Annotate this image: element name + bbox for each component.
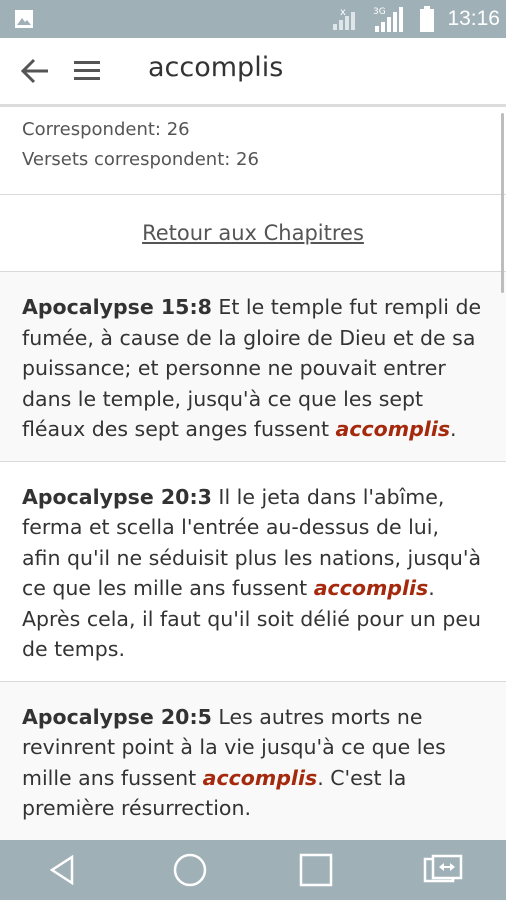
svg-text:x: x (340, 7, 346, 18)
matches-count: Correspondent: 26 (22, 119, 190, 140)
image-icon (15, 10, 33, 28)
highlighted-match: accomplis (335, 417, 451, 441)
signal-x-icon: x (333, 7, 356, 30)
signal-3g-icon: 3G (373, 7, 404, 32)
verse-result[interactable]: Apocalypse 15:8 Et le temple fut rempli … (0, 272, 506, 462)
status-bar: x 3G 13:16 (0, 0, 506, 38)
hamburger-menu-icon[interactable] (72, 58, 102, 84)
results-list: Apocalypse 15:8 Et le temple fut rempli … (0, 272, 506, 840)
verse-reference: Apocalypse 20:3 (22, 484, 212, 509)
verses-matches-count: Versets correspondent: 26 (22, 149, 259, 170)
battery-icon (420, 6, 435, 32)
home-circle-icon (173, 853, 206, 887)
search-results-pane[interactable]: Correspondent: 26 Versets correspondent:… (0, 107, 506, 840)
clock: 13:16 (447, 7, 500, 30)
match-stats: Correspondent: 26 Versets correspondent:… (0, 107, 506, 195)
highlighted-match: accomplis (313, 576, 429, 600)
back-triangle-icon (49, 854, 74, 886)
svg-text:3G: 3G (373, 7, 386, 17)
nav-back-button[interactable] (33, 840, 93, 900)
verse-result[interactable]: Apocalypse 20:5 Les autres morts ne revi… (0, 681, 506, 840)
verse-text-tail: . (450, 417, 457, 441)
retour-chapitres-link[interactable]: Retour aux Chapitres (142, 221, 364, 245)
nav-recents-button[interactable] (286, 840, 346, 900)
page-title: accomplis (148, 52, 284, 83)
highlighted-match: accomplis (202, 765, 318, 790)
nav-home-button[interactable] (160, 840, 220, 900)
recents-square-icon (300, 853, 333, 887)
verse-reference: Apocalypse 15:8 (22, 295, 212, 319)
scrollbar[interactable] (501, 113, 504, 293)
arrow-left-icon[interactable] (20, 58, 50, 84)
switch-screen-icon (423, 854, 462, 883)
system-nav-bar (0, 840, 506, 900)
app-bar: accomplis (0, 38, 506, 107)
retour-section: Retour aux Chapitres (0, 195, 506, 272)
verse-reference: Apocalypse 20:5 (22, 704, 212, 729)
nav-switch-button[interactable] (413, 840, 473, 900)
verse-result[interactable]: Apocalypse 20:3 Il le jeta dans l'abîme,… (0, 462, 506, 682)
